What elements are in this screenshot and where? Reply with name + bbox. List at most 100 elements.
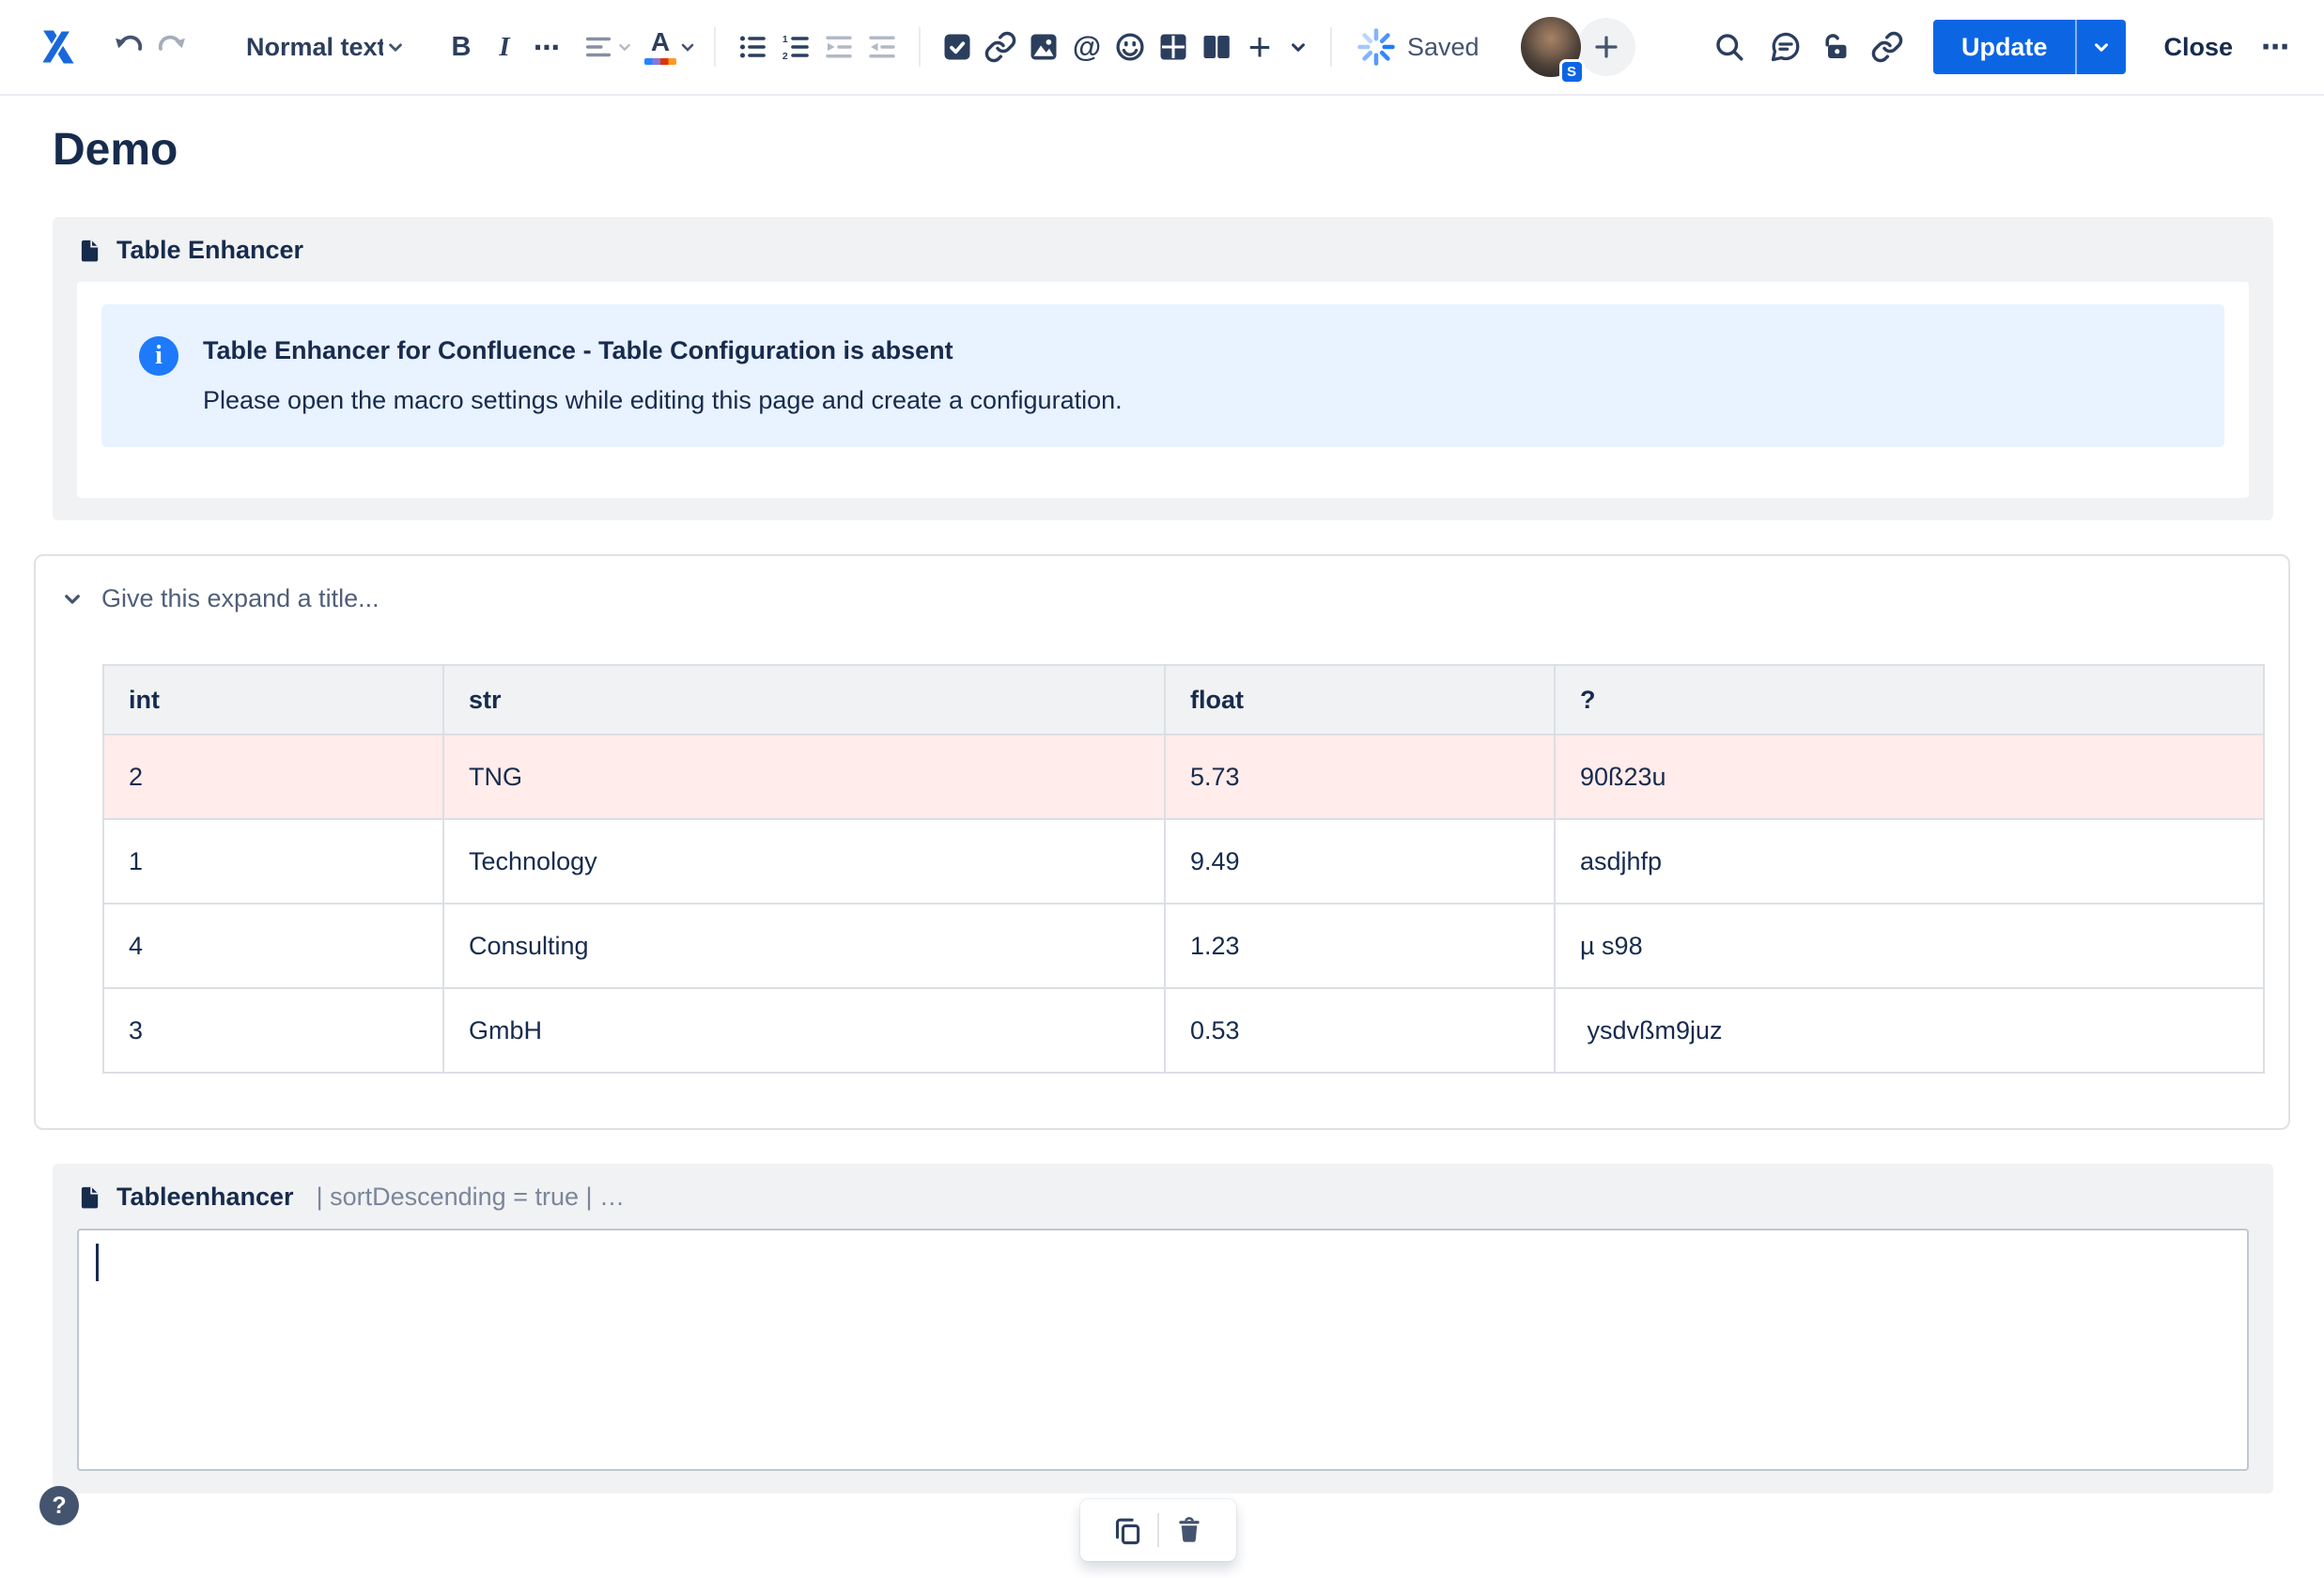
text-style-label: Normal text — [246, 32, 383, 61]
insert-link-button[interactable] — [979, 20, 1022, 74]
table-cell[interactable]: µ s98 — [1554, 903, 2265, 989]
emoji-button[interactable] — [1108, 20, 1152, 74]
expand-header: Give this expand a title... — [36, 584, 2288, 613]
action-item-button[interactable] — [936, 20, 979, 74]
numbered-list-icon: 12 — [782, 34, 809, 62]
copy-node-button[interactable] — [1101, 1506, 1154, 1555]
table-row[interactable]: 3 GmbH 0.53 ysdvßm9juz — [102, 987, 2265, 1074]
outdent-button[interactable] — [817, 20, 860, 74]
copy-link-button[interactable] — [1866, 20, 1909, 74]
table-cell[interactable]: Technology — [442, 818, 1166, 905]
avatar-status-badge: S — [1558, 59, 1585, 85]
layouts-button[interactable] — [1195, 20, 1238, 74]
table-cell[interactable]: 3 — [102, 987, 444, 1074]
table-cell[interactable]: Consulting — [442, 903, 1166, 989]
undo-button[interactable] — [107, 20, 150, 74]
column-header[interactable]: int — [102, 664, 444, 735]
tableenhancer-macro-panel[interactable]: Tableenhancer | sortDescending = true | … — [53, 1164, 2273, 1493]
table-cell[interactable]: 9.49 — [1164, 818, 1556, 905]
expand-title-input[interactable]: Give this expand a title... — [101, 584, 380, 613]
column-header[interactable]: float — [1164, 664, 1556, 735]
mention-icon: @ — [1072, 30, 1102, 63]
macro-header[interactable]: Table Enhancer — [77, 236, 2249, 265]
insert-image-button[interactable] — [1022, 20, 1065, 74]
table-enhancer-macro-panel[interactable]: Table Enhancer i Table Enhancer for Conf… — [53, 217, 2273, 520]
invite-people-button[interactable] — [1576, 18, 1635, 76]
chevron-down-icon — [2095, 43, 2109, 52]
link-icon — [1871, 31, 1903, 63]
table-cell[interactable]: ysdvßm9juz — [1554, 987, 2265, 1074]
insert-table-button[interactable] — [1152, 20, 1195, 74]
page-title[interactable]: Demo — [53, 124, 2324, 176]
table-cell[interactable]: 0.53 — [1164, 987, 1556, 1074]
table-cell[interactable]: 4 — [102, 903, 444, 989]
table-cell[interactable]: 90ß23u — [1554, 734, 2265, 820]
bullet-list-icon — [739, 36, 766, 58]
toolbar-overflow-button[interactable]: ⋯ — [2261, 31, 2292, 64]
svg-text:2: 2 — [782, 51, 788, 62]
insert-more-button[interactable]: + — [1238, 20, 1281, 74]
redo-button[interactable] — [150, 20, 194, 74]
table-cell[interactable]: 1 — [102, 818, 444, 905]
macro-parameters: | sortDescending = true | … — [316, 1183, 626, 1211]
mention-button[interactable]: @ — [1065, 20, 1108, 74]
info-icon: i — [139, 336, 178, 376]
toolbar-divider — [919, 27, 921, 67]
insert-dropdown-chevron[interactable] — [1281, 20, 1315, 74]
update-options-chevron[interactable] — [2077, 20, 2127, 74]
table-cell[interactable]: 5.73 — [1164, 734, 1556, 820]
table-cell[interactable]: asdjhfp — [1554, 818, 2265, 905]
more-formatting-button[interactable]: ⋯ — [526, 20, 569, 74]
macro-header[interactable]: Tableenhancer | sortDescending = true | … — [77, 1183, 2249, 1212]
columns-layout-icon — [1203, 36, 1230, 58]
trash-icon — [1179, 1517, 1200, 1542]
bold-button[interactable]: B — [440, 20, 483, 74]
macro-name: Table Enhancer — [116, 236, 304, 264]
find-replace-button[interactable] — [1708, 20, 1751, 74]
confluence-logo-icon — [32, 21, 85, 73]
restrictions-button[interactable] — [1815, 20, 1858, 74]
macro-body-editor[interactable] — [77, 1229, 2249, 1471]
text-color-dropdown[interactable]: A — [644, 20, 699, 74]
table-cell[interactable]: 1.23 — [1164, 903, 1556, 989]
table-cell[interactable]: 2 — [102, 734, 444, 820]
task-checkbox-icon — [944, 34, 970, 60]
indent-button[interactable] — [860, 20, 904, 74]
emoji-icon — [1116, 33, 1144, 61]
table-cell[interactable]: GmbH — [442, 987, 1166, 1074]
table-row[interactable]: 2 TNG 5.73 90ß23u — [102, 734, 2265, 820]
outdent-icon — [826, 36, 852, 58]
toolbar-divider — [1330, 27, 1332, 67]
align-text-icon — [585, 37, 612, 57]
toolbar-divider — [1157, 1513, 1159, 1547]
plus-icon — [1594, 36, 1618, 58]
chevron-down-icon — [1292, 43, 1305, 52]
delete-node-button[interactable] — [1163, 1506, 1216, 1555]
saving-spinner-icon — [1355, 20, 1398, 74]
update-button[interactable]: Update — [1932, 20, 2078, 74]
numbered-list-button[interactable]: 12 — [774, 20, 817, 74]
table-row[interactable]: 4 Consulting 1.23 µ s98 — [102, 903, 2265, 989]
chevron-down-icon — [619, 43, 630, 52]
expand-toggle-button[interactable] — [58, 585, 86, 613]
table-row[interactable]: 1 Technology 9.49 asdjhfp — [102, 818, 2265, 905]
info-panel-message: Please open the macro settings while edi… — [203, 386, 1123, 414]
help-button[interactable]: ? — [39, 1486, 79, 1525]
search-icon — [1716, 34, 1743, 61]
text-cursor — [96, 1244, 99, 1281]
text-style-dropdown[interactable]: Normal text — [246, 20, 408, 74]
collaborator-avatar[interactable]: S — [1520, 17, 1585, 85]
alignment-dropdown[interactable] — [582, 20, 635, 74]
comment-icon — [1771, 32, 1800, 62]
close-button[interactable]: Close — [2163, 33, 2233, 62]
italic-button[interactable]: I — [483, 20, 526, 74]
enhanced-table: int str float ? 2 TNG 5.73 90ß23u 1 Technolog… — [102, 664, 2265, 1074]
update-split-button: Update — [1932, 20, 2127, 74]
document-icon — [81, 240, 99, 261]
table-cell[interactable]: TNG — [442, 734, 1166, 820]
column-header[interactable]: ? — [1554, 664, 2265, 735]
inline-comment-button[interactable] — [1764, 20, 1807, 74]
bullet-list-button[interactable] — [731, 20, 774, 74]
column-header[interactable]: str — [442, 664, 1166, 735]
table-icon — [1160, 34, 1186, 60]
